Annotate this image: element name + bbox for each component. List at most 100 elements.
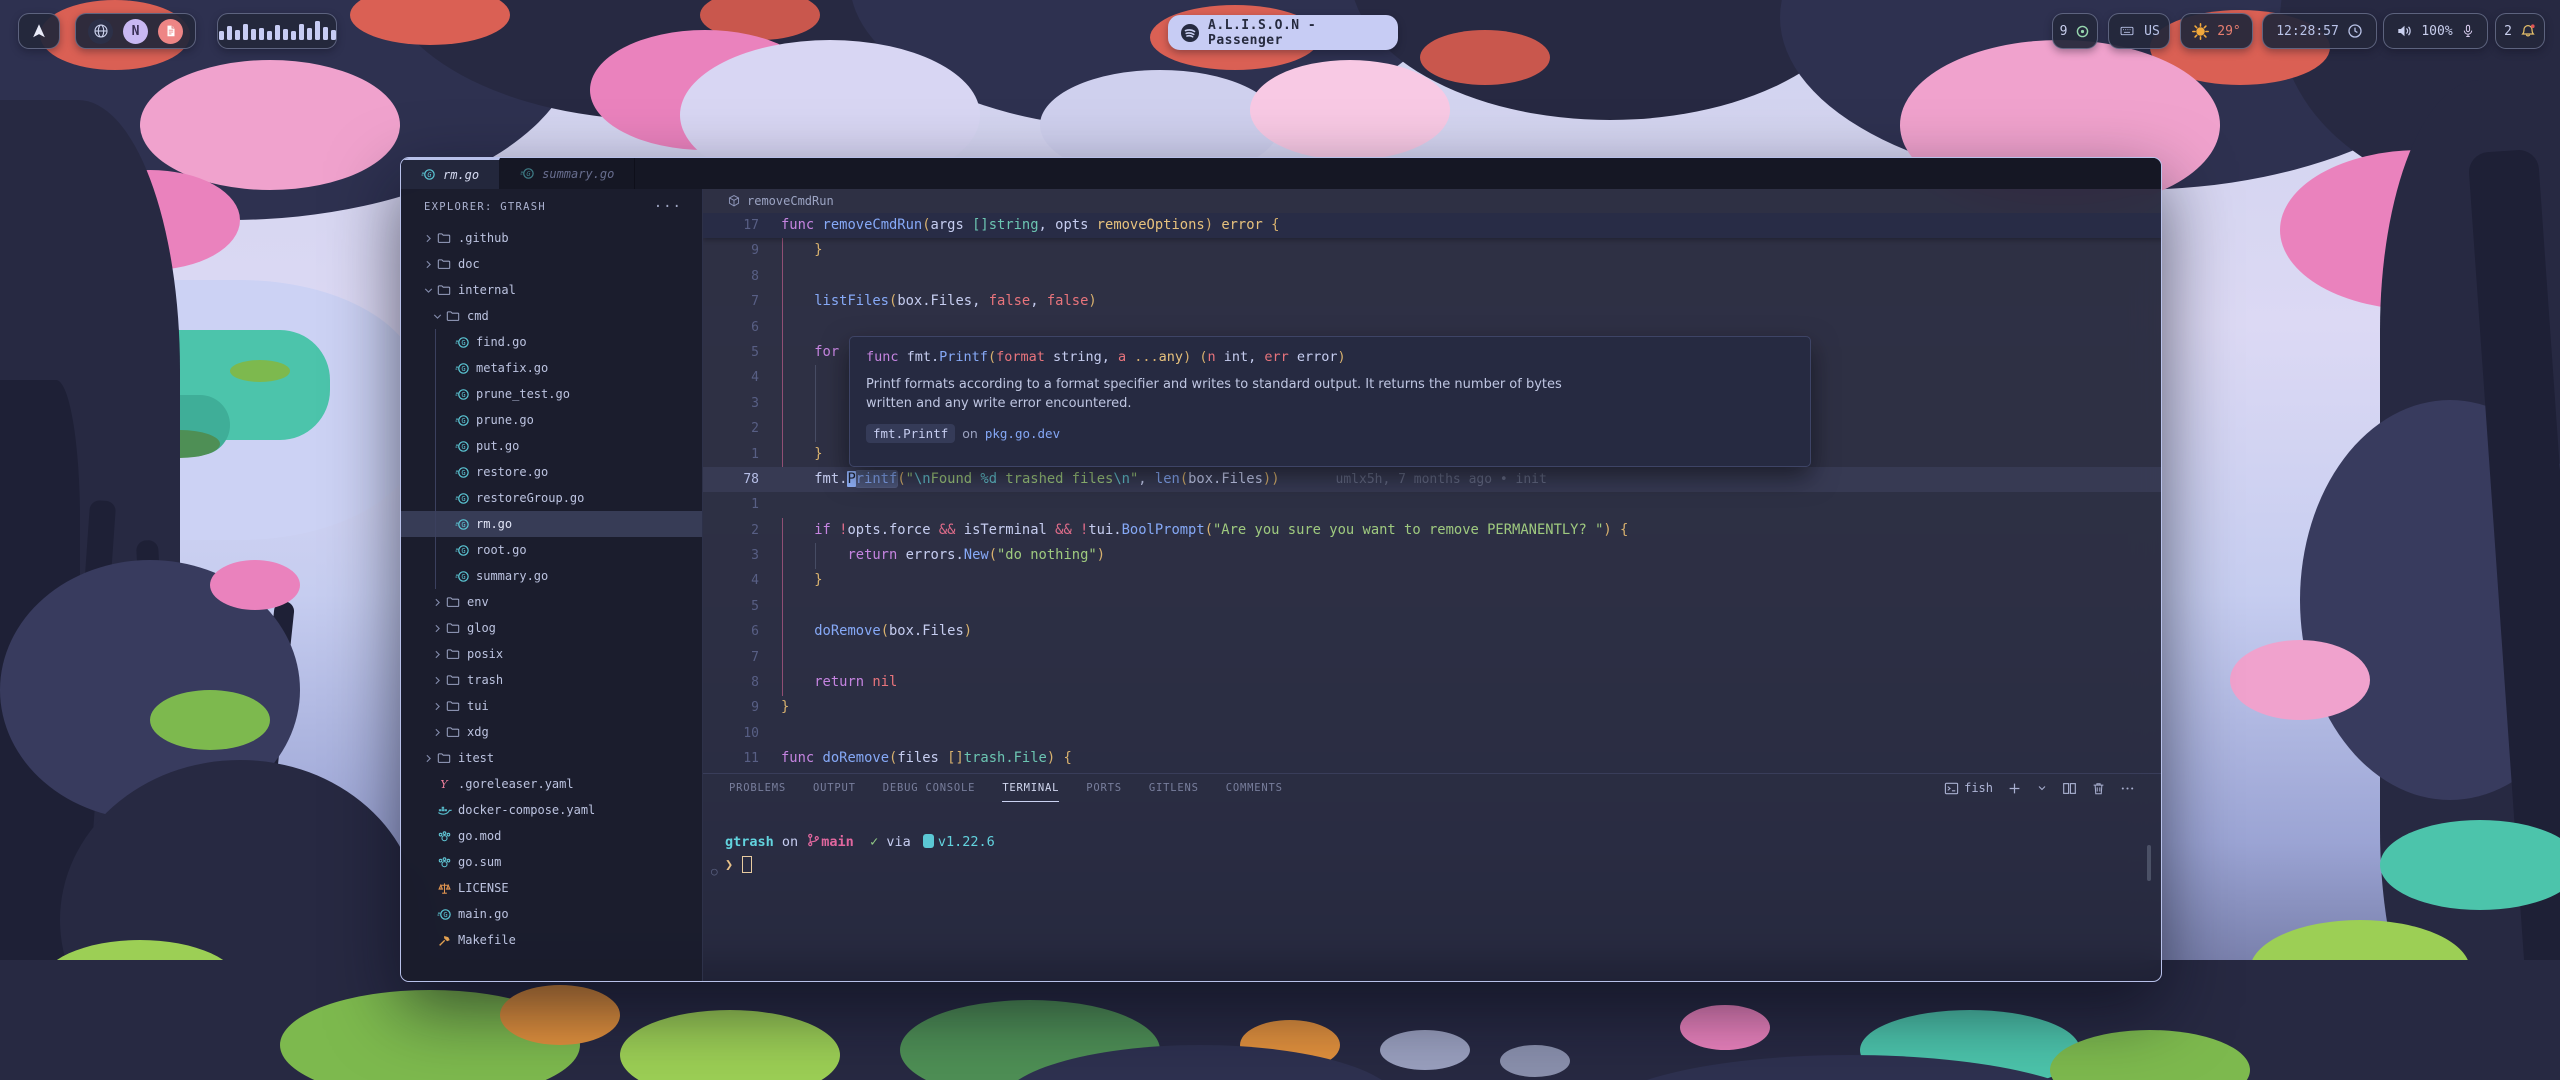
svg-text:G: G (443, 910, 447, 919)
shell-selector[interactable]: fish (1944, 781, 1993, 796)
go-icon: G (454, 439, 470, 454)
tree-file-rm.go[interactable]: Grm.go (401, 511, 702, 537)
notification-indicator[interactable]: 2 (2495, 13, 2545, 49)
panel-tab-comments[interactable]: COMMENTS (1226, 774, 1283, 802)
more-actions-icon[interactable] (2120, 781, 2135, 796)
tree-file-metafix.go[interactable]: Gmetafix.go (401, 355, 702, 381)
tree-folder-.github[interactable]: .github (401, 225, 702, 251)
line-number: 3 (703, 543, 759, 568)
panel-tab-ports[interactable]: PORTS (1086, 774, 1122, 802)
launcher-button[interactable] (18, 13, 60, 49)
terminal-dropdown-icon[interactable] (2036, 782, 2048, 794)
tree-file-docker-compose.yaml[interactable]: docker-compose.yaml (401, 797, 702, 823)
chevron-right-icon (430, 622, 445, 635)
code-editor[interactable]: 17func removeCmdRun(args []string, opts … (703, 213, 2162, 773)
tree-folder-env[interactable]: env (401, 589, 702, 615)
indent-guide (435, 329, 436, 589)
weather-indicator[interactable]: 29° (2180, 13, 2253, 49)
file-manager-icon[interactable] (158, 19, 183, 44)
workspace-circle-icon (2075, 24, 2090, 39)
chevron-right-icon (430, 674, 445, 687)
panel-tab-gitlens[interactable]: GITLENS (1149, 774, 1199, 802)
folder-icon (445, 725, 461, 739)
terminal[interactable]: gtrash on main ✓ via v1.22.6 ❯ ○ (703, 802, 2162, 982)
line-content: } (781, 568, 823, 593)
tree-file-go.sum[interactable]: go.sum (401, 849, 702, 875)
tree-folder-itest[interactable]: itest (401, 745, 702, 771)
explorer-more-icon[interactable]: ··· (654, 199, 682, 215)
panel-tab-output[interactable]: OUTPUT (813, 774, 856, 802)
sun-icon (2192, 23, 2209, 40)
tree-file-prune.go[interactable]: Gprune.go (401, 407, 702, 433)
tree-file-summary.go[interactable]: Gsummary.go (401, 563, 702, 589)
scope-guide (782, 518, 783, 696)
chevron-right-icon (421, 752, 436, 765)
line-content: return nil (781, 670, 897, 695)
svg-text:G: G (461, 572, 465, 581)
svg-text:Y: Y (440, 778, 449, 791)
tree-file-prune_test.go[interactable]: Gprune_test.go (401, 381, 702, 407)
panel-tab-problems[interactable]: PROBLEMS (729, 774, 786, 802)
chevron-right-icon (430, 726, 445, 739)
workspace-indicator[interactable]: 9 (2052, 13, 2098, 49)
go-icon: G (454, 361, 470, 376)
line-number: 6 (703, 619, 759, 644)
hover-symbol-chip[interactable]: fmt.Printf (866, 424, 955, 443)
volume-level: 100% (2421, 24, 2452, 39)
kill-terminal-icon[interactable] (2091, 781, 2106, 796)
tree-file-put.go[interactable]: Gput.go (401, 433, 702, 459)
panel-tab-debug-console[interactable]: DEBUG CONSOLE (883, 774, 976, 802)
keyboard-layout-indicator[interactable]: US (2108, 13, 2170, 49)
tree-file-restore.go[interactable]: Grestore.go (401, 459, 702, 485)
pkg-go-dev-link[interactable]: pkg.go.dev (985, 426, 1060, 441)
neovim-icon[interactable]: N (123, 19, 148, 44)
clock-indicator[interactable]: 12:28:57 (2262, 13, 2377, 49)
tree-file-main.go[interactable]: Gmain.go (401, 901, 702, 927)
tree-folder-posix[interactable]: posix (401, 641, 702, 667)
code-line: 2 if !opts.force && isTerminal && !tui.B… (703, 518, 2162, 543)
tree-folder-doc[interactable]: doc (401, 251, 702, 277)
tree-file-go.mod[interactable]: go.mod (401, 823, 702, 849)
panel-tab-terminal[interactable]: TERMINAL (1002, 774, 1059, 802)
scope-guide (782, 238, 783, 467)
terminal-scrollbar[interactable] (2147, 845, 2151, 881)
tree-item-label: doc (458, 257, 480, 271)
svg-text:G: G (461, 442, 465, 451)
tree-folder-tui[interactable]: tui (401, 693, 702, 719)
folder-icon (445, 673, 461, 687)
go-icon: G (454, 543, 470, 558)
editor-tab-summary.go[interactable]: Gsummary.go (500, 158, 635, 189)
line-number: 2 (703, 518, 759, 543)
tree-file-Makefile[interactable]: Makefile (401, 927, 702, 953)
tree-file-restoreGroup.go[interactable]: GrestoreGroup.go (401, 485, 702, 511)
now-playing-pill[interactable]: A.L.I.S.O.N - Passenger (1168, 15, 1398, 50)
tree-item-label: glog (467, 621, 496, 635)
tree-item-label: rm.go (476, 517, 512, 531)
tree-file-.goreleaser.yaml[interactable]: Y.goreleaser.yaml (401, 771, 702, 797)
hover-doc: Printf formats according to a format spe… (866, 375, 1794, 413)
browser-globe-icon[interactable] (88, 19, 113, 44)
editor-tab-rm.go[interactable]: Grm.go (401, 158, 500, 189)
go-icon: G (436, 907, 452, 922)
code-line: 1 (703, 492, 2162, 517)
chevron-down-icon (421, 284, 436, 297)
tree-file-find.go[interactable]: Gfind.go (401, 329, 702, 355)
desktop: N A.L.I.S.O.N - Passenger 9 US 29° 12:28… (0, 0, 2560, 1080)
gomod-icon (436, 829, 452, 844)
notification-count: 2 (2504, 24, 2512, 39)
tree-folder-internal[interactable]: internal (401, 277, 702, 303)
tree-folder-xdg[interactable]: xdg (401, 719, 702, 745)
tree-file-LICENSE[interactable]: LICENSE (401, 875, 702, 901)
tree-folder-cmd[interactable]: cmd (401, 303, 702, 329)
new-terminal-icon[interactable] (2007, 781, 2022, 796)
split-terminal-icon[interactable] (2062, 781, 2077, 796)
audio-indicator[interactable]: 100% (2383, 13, 2488, 49)
breadcrumb[interactable]: removeCmdRun (703, 189, 2162, 213)
svg-text:G: G (461, 390, 465, 399)
symbol-cube-icon (727, 194, 741, 208)
chevron-right-icon (430, 596, 445, 609)
chevron-down-icon (430, 310, 445, 323)
tree-folder-trash[interactable]: trash (401, 667, 702, 693)
tree-file-root.go[interactable]: Groot.go (401, 537, 702, 563)
tree-folder-glog[interactable]: glog (401, 615, 702, 641)
